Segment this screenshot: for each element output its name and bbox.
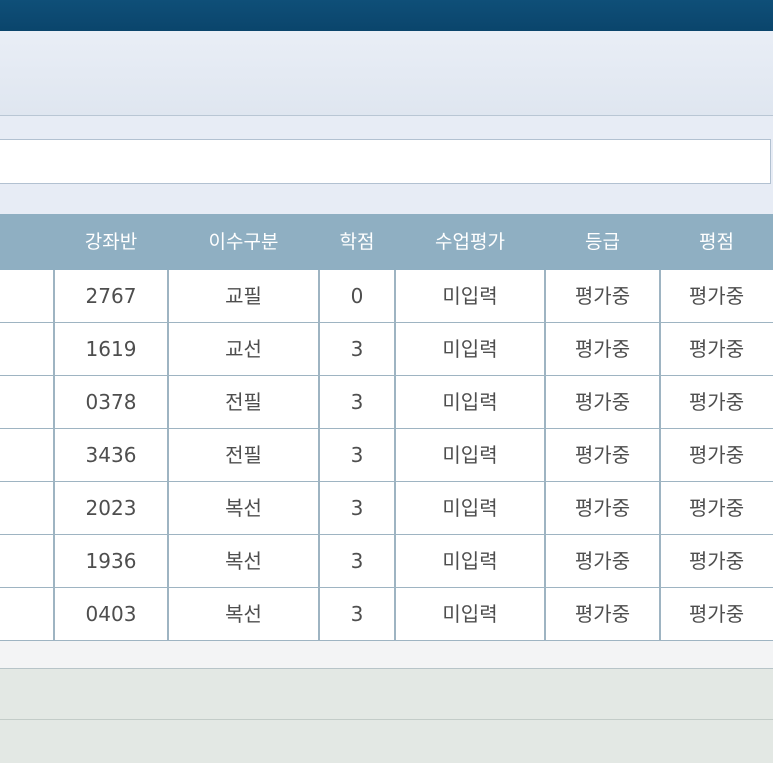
table-row[interactable]: 2767 교필 0 미입력 평가중 평가중 (0, 270, 773, 323)
score-cell: 평가중 (688, 284, 745, 308)
section-cell: 1619 (85, 337, 137, 361)
grade-cell: 평가중 (574, 390, 631, 414)
grades-table-body: 2767 교필 0 미입력 평가중 평가중 1619 교선 3 미입력 평가중 … (0, 270, 773, 641)
grade-cell: 평가중 (574, 284, 631, 308)
column-divider (318, 270, 320, 640)
category-cell: 복선 (225, 496, 262, 520)
grade-cell: 평가중 (574, 496, 631, 520)
table-row[interactable]: 1936 복선 3 미입력 평가중 평가중 (0, 535, 773, 588)
table-footer (0, 641, 773, 669)
grade-cell: 평가중 (574, 337, 631, 361)
evaluation-cell[interactable]: 미입력 (395, 429, 545, 481)
grades-table-header: 강좌반 이수구분 학점 수업평가 등급 평점 (0, 214, 773, 270)
column-divider (394, 270, 396, 640)
table-row[interactable]: 0378 전필 3 미입력 평가중 평가중 (0, 376, 773, 429)
top-header-bar (0, 0, 773, 31)
credits-cell: 3 (350, 337, 364, 361)
score-cell: 평가중 (688, 602, 745, 626)
category-cell: 전필 (225, 443, 262, 467)
grade-cell: 평가중 (574, 443, 631, 467)
score-cell: 평가중 (688, 337, 745, 361)
section-cell: 3436 (85, 443, 137, 467)
evaluation-cell[interactable]: 미입력 (395, 376, 545, 428)
column-header-category[interactable]: 이수구분 (168, 214, 319, 270)
credits-cell: 3 (350, 602, 364, 626)
grade-cell: 평가중 (574, 549, 631, 573)
evaluation-cell[interactable]: 미입력 (395, 482, 545, 534)
table-row[interactable]: 2023 복선 3 미입력 평가중 평가중 (0, 482, 773, 535)
evaluation-cell[interactable]: 미입력 (395, 535, 545, 587)
column-divider (167, 270, 169, 640)
category-cell: 전필 (225, 390, 262, 414)
evaluation-cell[interactable]: 미입력 (395, 270, 545, 322)
category-cell: 교필 (225, 284, 262, 308)
category-cell: 복선 (225, 602, 262, 626)
credits-cell: 3 (350, 549, 364, 573)
table-row[interactable]: 1619 교선 3 미입력 평가중 평가중 (0, 323, 773, 376)
column-header-evaluation[interactable]: 수업평가 (395, 214, 545, 270)
credits-cell: 3 (350, 443, 364, 467)
column-divider (544, 270, 546, 640)
category-cell: 교선 (225, 337, 262, 361)
column-header-credits[interactable]: 학점 (319, 214, 395, 270)
column-divider (53, 270, 55, 640)
column-header-score[interactable]: 평점 (660, 214, 773, 270)
search-input[interactable] (0, 139, 771, 184)
section-cell: 1936 (85, 549, 137, 573)
table-row[interactable]: 0403 복선 3 미입력 평가중 평가중 (0, 588, 773, 641)
credits-cell: 0 (350, 284, 364, 308)
summary-divider (0, 719, 773, 720)
table-row[interactable]: 3436 전필 3 미입력 평가중 평가중 (0, 429, 773, 482)
column-header-section[interactable]: 강좌반 (54, 214, 168, 270)
column-divider (659, 270, 661, 640)
category-cell: 복선 (225, 549, 262, 573)
score-cell: 평가중 (688, 390, 745, 414)
section-cell: 2767 (85, 284, 137, 308)
score-cell: 평가중 (688, 496, 745, 520)
score-cell: 평가중 (688, 549, 745, 573)
section-cell: 0403 (85, 602, 137, 626)
column-header-grade[interactable]: 등급 (545, 214, 660, 270)
credits-cell: 3 (350, 390, 364, 414)
grade-cell: 평가중 (574, 602, 631, 626)
score-cell: 평가중 (688, 443, 745, 467)
section-cell: 0378 (85, 390, 137, 414)
credits-cell: 3 (350, 496, 364, 520)
evaluation-cell[interactable]: 미입력 (395, 323, 545, 375)
section-cell: 2023 (85, 496, 137, 520)
summary-panel (0, 669, 773, 763)
evaluation-cell[interactable]: 미입력 (395, 588, 545, 640)
title-band (0, 31, 773, 116)
